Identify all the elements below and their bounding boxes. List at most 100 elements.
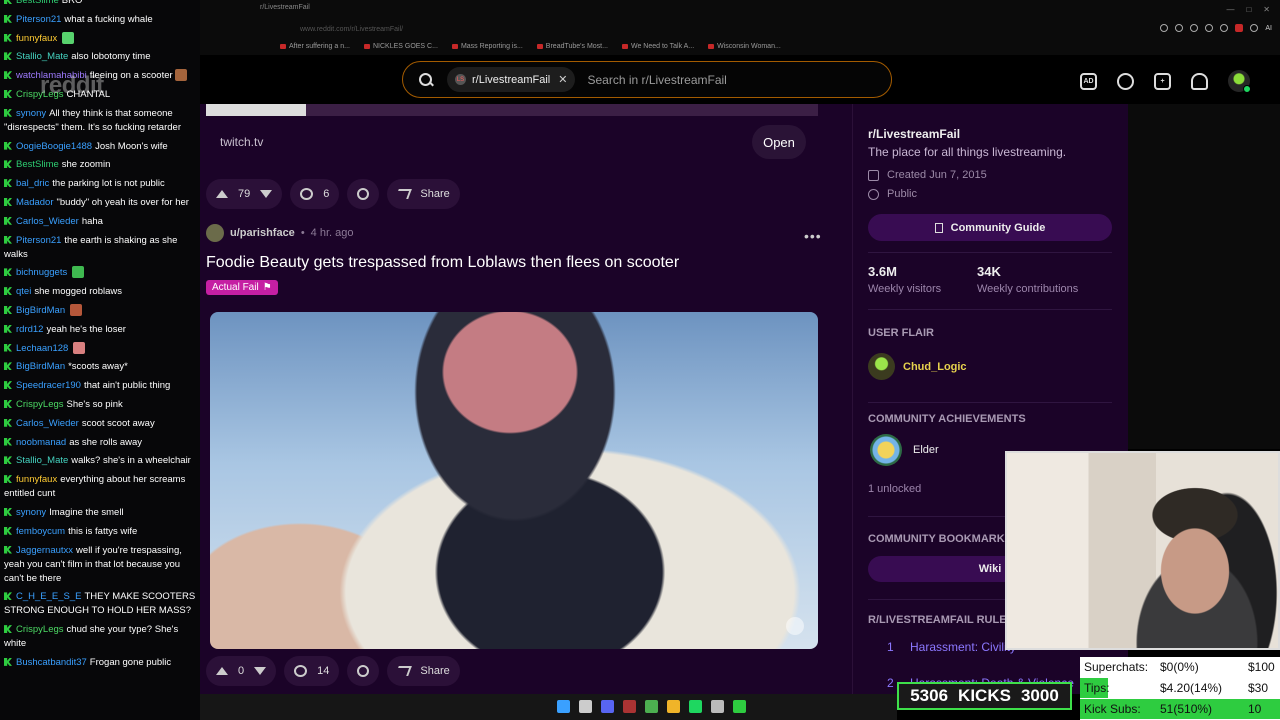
post-flair[interactable]: Actual Fail ⚑ bbox=[206, 280, 278, 295]
achievements-unlocked[interactable]: 1 unlocked bbox=[868, 483, 921, 495]
more-options-icon[interactable]: ••• bbox=[804, 228, 822, 244]
minimize-icon[interactable]: — bbox=[1226, 5, 1234, 14]
volume-icon[interactable] bbox=[786, 617, 804, 635]
chat-username[interactable]: Bushcatbandit37 bbox=[16, 657, 87, 668]
chat-username[interactable]: bichnuggets bbox=[16, 267, 67, 278]
extension-icon[interactable] bbox=[1160, 24, 1169, 32]
discord-icon[interactable] bbox=[601, 700, 614, 713]
chat-username[interactable]: Madador bbox=[16, 197, 54, 208]
share-button[interactable]: Share bbox=[387, 179, 460, 209]
chat-username[interactable]: Jaggernautxx bbox=[16, 545, 73, 556]
chrome-icon[interactable] bbox=[645, 700, 658, 713]
vote-control: 79 bbox=[206, 179, 283, 209]
upvote-icon[interactable] bbox=[216, 190, 228, 198]
bookmark-item[interactable]: After suffering a n... bbox=[280, 40, 350, 52]
achievements-header: COMMUNITY ACHIEVEMENTS bbox=[868, 413, 1026, 425]
terminal-icon[interactable] bbox=[711, 700, 724, 713]
file-explorer-icon[interactable] bbox=[667, 700, 680, 713]
extension-icon[interactable] bbox=[1205, 24, 1214, 32]
chat-username[interactable]: Piterson21 bbox=[16, 235, 61, 246]
search-input[interactable]: Search in r/LivestreamFail bbox=[587, 73, 726, 87]
chat-username[interactable]: femboycum bbox=[16, 526, 65, 537]
user-avatar[interactable] bbox=[1228, 70, 1251, 93]
chat-username[interactable]: qtei bbox=[16, 286, 31, 297]
bookmark-item[interactable]: BreadTube's Most... bbox=[536, 40, 608, 52]
open-button[interactable]: Open bbox=[752, 125, 806, 159]
share-button[interactable]: Share bbox=[387, 656, 460, 686]
chat-username[interactable]: Piterson21 bbox=[16, 14, 61, 25]
advertise-icon[interactable]: AD bbox=[1080, 72, 1097, 90]
address-bar[interactable]: www.reddit.com/r/LivestreamFail/ bbox=[300, 26, 403, 33]
comments-button[interactable]: 6 bbox=[290, 179, 340, 209]
downvote-icon[interactable] bbox=[260, 190, 273, 198]
bookmark-item[interactable]: NICKLES GOES C... bbox=[363, 40, 438, 52]
chat-username[interactable]: Lechaan128 bbox=[16, 343, 68, 354]
bookmark-item[interactable]: We Need to Talk A... bbox=[621, 40, 694, 52]
community-name[interactable]: r/LivestreamFail bbox=[868, 127, 960, 141]
extension-icon[interactable] bbox=[1235, 24, 1244, 32]
obs-icon[interactable] bbox=[623, 700, 636, 713]
extension-icon[interactable] bbox=[1190, 24, 1199, 32]
chat-username[interactable]: bal_dric bbox=[16, 178, 49, 189]
chat-username[interactable]: Stallio_Mate bbox=[16, 455, 68, 466]
notifications-icon[interactable] bbox=[1191, 72, 1208, 90]
reddit-logo[interactable]: reddit bbox=[40, 72, 104, 100]
award-button[interactable] bbox=[347, 656, 380, 686]
chat-username[interactable]: synony bbox=[16, 507, 46, 518]
user-flair-name[interactable]: Chud_Logic bbox=[903, 361, 967, 373]
extension-icon[interactable] bbox=[1220, 24, 1229, 32]
chat-username[interactable]: funnyfaux bbox=[16, 474, 57, 485]
bookmark-item[interactable]: Wisconsin Woman... bbox=[708, 40, 781, 52]
create-post-icon[interactable]: + bbox=[1154, 72, 1171, 90]
close-icon[interactable]: ✕ bbox=[558, 73, 567, 86]
chat-username[interactable]: funnyfaux bbox=[16, 33, 57, 44]
extension-icon[interactable] bbox=[1175, 24, 1184, 32]
bookmark-label: Mass Reporting is... bbox=[460, 42, 523, 50]
chat-icon[interactable] bbox=[1117, 72, 1134, 90]
kick-badge-icon bbox=[4, 268, 12, 277]
award-button[interactable] bbox=[347, 179, 380, 209]
extension-icon[interactable] bbox=[1250, 24, 1259, 32]
achievement-badge-icon[interactable] bbox=[870, 434, 902, 466]
chat-username[interactable]: CrispyLegs bbox=[16, 399, 64, 410]
ai-extension-icon[interactable]: AI bbox=[1265, 25, 1272, 32]
comments-button[interactable]: 14 bbox=[284, 656, 340, 686]
chat-username[interactable]: BigBirdMan bbox=[16, 361, 65, 372]
flair-avatar[interactable] bbox=[868, 353, 895, 380]
community-guide-button[interactable]: Community Guide bbox=[868, 214, 1112, 241]
browser-tab[interactable]: r/LivestreamFail bbox=[260, 4, 310, 11]
chat-username[interactable]: noobmanad bbox=[16, 437, 66, 448]
chat-username[interactable]: C_H_E_E_S_E bbox=[16, 591, 81, 602]
post-actions: 79 6 Share bbox=[206, 179, 460, 209]
search-bar[interactable]: LS r/LivestreamFail ✕ Search in r/Livest… bbox=[402, 61, 892, 98]
chat-username[interactable]: synony bbox=[16, 108, 46, 119]
chat-username[interactable]: BigBirdMan bbox=[16, 305, 65, 316]
downvote-icon[interactable] bbox=[254, 667, 267, 675]
chat-username[interactable]: Carlos_Wieder bbox=[16, 418, 79, 429]
embed-preview[interactable] bbox=[206, 104, 818, 116]
chat-username[interactable]: CrispyLegs bbox=[16, 624, 64, 635]
bookmark-item[interactable]: Mass Reporting is... bbox=[451, 40, 523, 52]
chat-username[interactable]: OogieBoogie1488 bbox=[16, 141, 92, 152]
chat-username[interactable]: Stallio_Mate bbox=[16, 51, 68, 62]
spotify-icon[interactable] bbox=[689, 700, 702, 713]
post-title[interactable]: Foodie Beauty gets trespassed from Lobla… bbox=[206, 254, 679, 272]
community-filter-chip[interactable]: LS r/LivestreamFail ✕ bbox=[447, 67, 576, 92]
chat-username[interactable]: rdrd12 bbox=[16, 324, 43, 335]
maximize-icon[interactable]: □ bbox=[1246, 5, 1251, 14]
search-icon[interactable] bbox=[579, 700, 592, 713]
chat-username[interactable]: BestSlime bbox=[16, 159, 59, 170]
windows-start-icon[interactable] bbox=[557, 700, 570, 713]
chat-username[interactable]: Carlos_Wieder bbox=[16, 216, 79, 227]
post-video[interactable] bbox=[210, 312, 818, 649]
chat-username[interactable]: Speedracer190 bbox=[16, 380, 81, 391]
upvote-icon[interactable] bbox=[216, 667, 228, 675]
chat-message: Piterson21 what a fucking whale bbox=[4, 13, 196, 27]
close-icon[interactable]: ✕ bbox=[1263, 5, 1270, 14]
rule-item[interactable]: Harassment: Civility bbox=[910, 640, 1016, 654]
post-link-domain[interactable]: twitch.tv bbox=[220, 135, 263, 149]
xbox-icon[interactable] bbox=[733, 700, 746, 713]
chat-username[interactable]: BestSlime bbox=[16, 0, 59, 6]
post-author[interactable]: u/parishface bbox=[230, 227, 295, 239]
author-avatar[interactable] bbox=[206, 224, 224, 242]
